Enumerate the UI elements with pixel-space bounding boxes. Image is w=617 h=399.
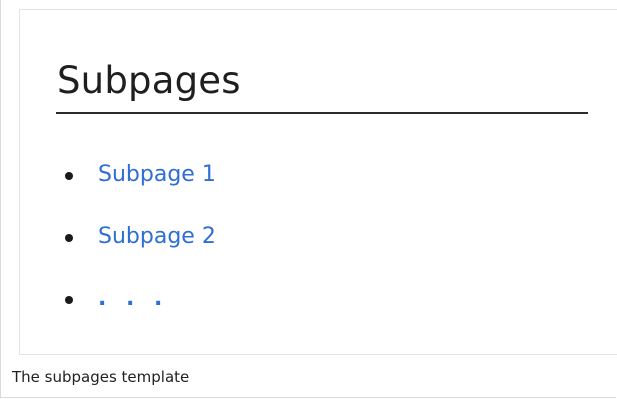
- screenshot-frame: Subpages Subpage 1 Subpage 2 . . . The s…: [0, 0, 617, 398]
- subpage-list: Subpage 1 Subpage 2 . . .: [20, 150, 580, 336]
- list-item: Subpage 2: [20, 212, 580, 274]
- subpages-panel: Subpages Subpage 1 Subpage 2 . . .: [19, 9, 617, 355]
- more-subpages-link[interactable]: . . .: [98, 282, 168, 316]
- bullet-icon: [65, 296, 73, 304]
- subpages-heading: Subpages: [57, 59, 241, 102]
- bullet-icon: [65, 172, 73, 180]
- heading-underline: [56, 112, 588, 114]
- subpage-1-link[interactable]: Subpage 1: [98, 158, 216, 192]
- list-item: . . .: [20, 274, 580, 336]
- bullet-icon: [65, 234, 73, 242]
- subpage-2-link[interactable]: Subpage 2: [98, 220, 216, 254]
- list-item: Subpage 1: [20, 150, 580, 212]
- image-caption: The subpages template: [12, 368, 190, 386]
